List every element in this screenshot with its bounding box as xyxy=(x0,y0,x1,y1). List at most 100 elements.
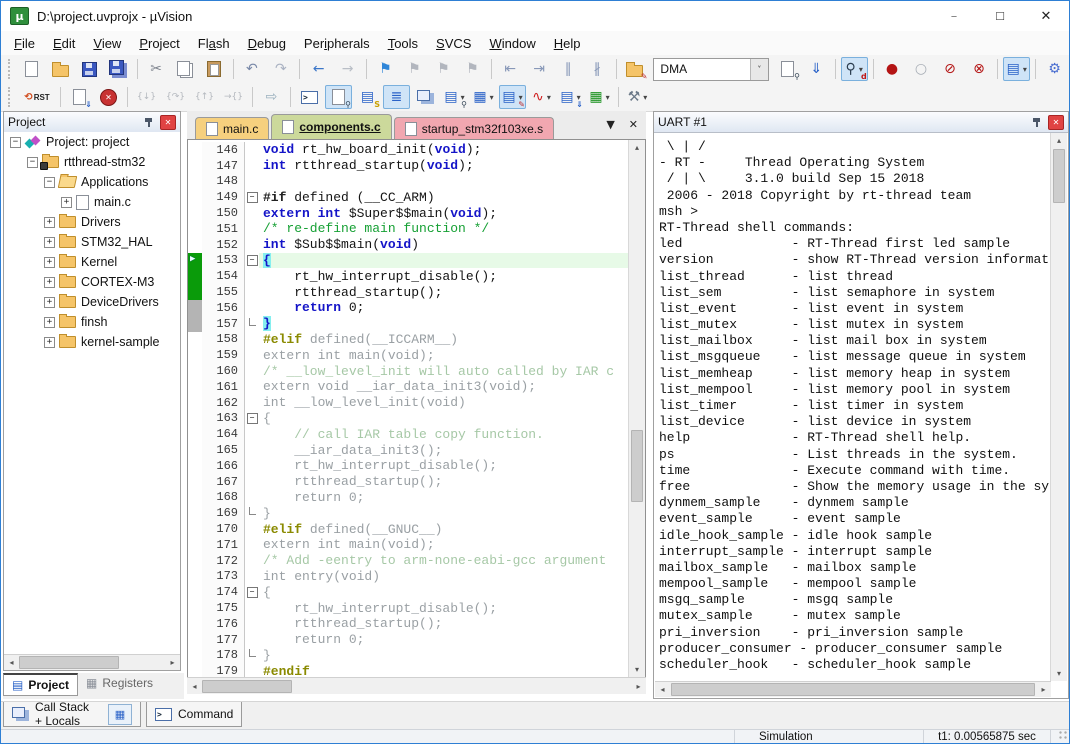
step-out-button[interactable]: {↑} xyxy=(191,85,218,109)
analysis-windows-button[interactable] xyxy=(412,85,439,109)
comment-selection-button[interactable]: ∥ xyxy=(555,57,582,81)
tree-item-cortex-m3[interactable]: +CORTEX-M3 xyxy=(4,272,180,292)
close-panel-icon[interactable]: ✕ xyxy=(1048,115,1064,130)
fold-collapse-icon[interactable]: − xyxy=(247,587,258,598)
call-stack-tab[interactable]: Call Stack + Locals ▦ xyxy=(3,702,141,727)
close-panel-icon[interactable]: ✕ xyxy=(160,115,176,130)
combo-dropdown-icon[interactable]: ˅ xyxy=(750,59,768,80)
command-tab[interactable]: Command xyxy=(146,702,242,727)
fold-column[interactable]: − xyxy=(245,584,259,600)
tab-registers[interactable]: ▦Registers xyxy=(78,673,161,693)
breakpoint-margin[interactable] xyxy=(188,221,202,237)
editor-hscrollbar[interactable]: ◂ ▸ xyxy=(187,677,646,694)
scroll-right-icon[interactable]: ▸ xyxy=(1036,682,1051,697)
find-in-files-button[interactable]: ⚲ xyxy=(774,57,801,81)
menu-peripherals[interactable]: Peripherals xyxy=(295,33,379,54)
scroll-down-icon[interactable]: ▾ xyxy=(629,662,645,677)
menu-help[interactable]: Help xyxy=(545,33,590,54)
document-list-dropdown-icon[interactable]: ▼ xyxy=(606,118,614,131)
tree-item-rtthread-stm32[interactable]: −rtthread-stm32 xyxy=(4,152,180,172)
scroll-down-icon[interactable]: ▾ xyxy=(1051,666,1067,681)
toolbox-button[interactable]: ▦▾ xyxy=(586,85,613,109)
breakpoint-margin[interactable] xyxy=(188,411,202,427)
breakpoint-margin[interactable] xyxy=(188,584,202,600)
fold-collapse-icon[interactable]: − xyxy=(247,255,258,266)
tree-item-kernel-sample[interactable]: +kernel-sample xyxy=(4,332,180,352)
breakpoint-margin[interactable] xyxy=(188,648,202,664)
clear-bookmarks-button[interactable]: ⚑ xyxy=(459,57,486,81)
editor-vscrollbar[interactable]: ▴ ▾ xyxy=(628,140,645,677)
new-file-button[interactable] xyxy=(18,57,45,81)
collapse-icon[interactable]: − xyxy=(10,137,21,148)
insert-bookmark-button[interactable]: ⚑ xyxy=(372,57,399,81)
watch-windows-button[interactable]: ▤✎▾ xyxy=(499,85,526,109)
breakpoint-margin[interactable] xyxy=(188,632,202,648)
tab-project[interactable]: ▤Project xyxy=(3,673,78,696)
breakpoint-margin[interactable] xyxy=(188,521,202,537)
fold-column[interactable]: − xyxy=(245,411,259,427)
breakpoint-margin[interactable] xyxy=(188,600,202,616)
save-all-button[interactable] xyxy=(105,57,132,81)
enable-disable-breakpoint-button[interactable]: ○ xyxy=(907,57,934,81)
fold-collapse-icon[interactable]: − xyxy=(247,413,258,424)
show-next-statement-button[interactable]: ⇨ xyxy=(258,85,285,109)
undo-button[interactable]: ↶ xyxy=(238,57,265,81)
current-statement-marker[interactable] xyxy=(188,253,202,269)
tree-item-main-c[interactable]: +main.c xyxy=(4,192,180,212)
debug-tools-dropdown-icon[interactable]: ▾ xyxy=(643,93,647,102)
run-button[interactable]: ⇓ xyxy=(66,85,93,109)
command-window-button[interactable] xyxy=(296,85,323,109)
fold-column[interactable]: − xyxy=(245,253,259,269)
fold-column[interactable]: − xyxy=(245,189,259,205)
breakpoint-margin[interactable] xyxy=(188,490,202,506)
next-bookmark-button[interactable]: ⚑ xyxy=(430,57,457,81)
debug-windows-layout-dropdown-icon[interactable]: ▾ xyxy=(1023,65,1027,74)
cut-button[interactable]: ✂ xyxy=(143,57,170,81)
tree-item-stm32-hal[interactable]: +STM32_HAL xyxy=(4,232,180,252)
scroll-right-icon[interactable]: ▸ xyxy=(165,655,180,670)
menu-project[interactable]: Project xyxy=(130,33,188,54)
breakpoint-margin[interactable] xyxy=(188,458,202,474)
resize-grip[interactable] xyxy=(1057,731,1067,741)
menu-file[interactable]: File xyxy=(5,33,44,54)
incremental-find-button[interactable]: ⇓ xyxy=(803,57,830,81)
insert-remove-breakpoint-button[interactable]: ● xyxy=(878,57,905,81)
close-document-icon[interactable]: ✕ xyxy=(629,118,638,131)
breakpoint-margin[interactable] xyxy=(188,189,202,205)
redo-button[interactable]: ↷ xyxy=(267,57,294,81)
uart-hscrollbar[interactable]: ◂ ▸ xyxy=(655,681,1051,697)
fold-collapse-icon[interactable]: − xyxy=(247,192,258,203)
reset-cpu-button[interactable]: ⟲RST xyxy=(19,85,55,109)
open-file-button[interactable] xyxy=(47,57,74,81)
breakpoint-margin[interactable] xyxy=(188,663,202,677)
minimize-button[interactable]: – xyxy=(931,1,977,31)
scrollbar-thumb[interactable] xyxy=(202,680,292,693)
disassembly-window-button[interactable]: ⚲ xyxy=(325,85,352,109)
breakpoint-margin[interactable] xyxy=(188,205,202,221)
breakpoint-margin[interactable] xyxy=(188,300,202,316)
breakpoint-margin[interactable] xyxy=(188,616,202,632)
pin-icon[interactable] xyxy=(143,116,155,128)
uncomment-selection-button[interactable]: ∦ xyxy=(584,57,611,81)
memory-windows-button[interactable]: ▦▾ xyxy=(470,85,497,109)
breakpoint-margin[interactable] xyxy=(188,505,202,521)
close-button[interactable]: ✕ xyxy=(1023,1,1069,31)
navigate-back-button[interactable]: ← xyxy=(305,57,332,81)
symbols-window-button[interactable]: ▤S xyxy=(354,85,381,109)
scrollbar-thumb[interactable] xyxy=(631,430,643,502)
breakpoint-margin[interactable] xyxy=(188,426,202,442)
step-into-button[interactable]: {↓} xyxy=(133,85,160,109)
scrollbar-thumb[interactable] xyxy=(671,683,1035,696)
expand-icon[interactable]: + xyxy=(44,217,55,228)
breakpoint-margin[interactable] xyxy=(188,142,202,158)
toolbar-combo[interactable]: DMA˅ xyxy=(653,58,769,81)
document-tab-main-c[interactable]: main.c xyxy=(195,117,269,139)
breakpoint-margin[interactable] xyxy=(188,363,202,379)
breakpoint-margin[interactable] xyxy=(188,474,202,490)
kill-all-breakpoints-button[interactable]: ⊗ xyxy=(965,57,992,81)
breakpoint-margin[interactable] xyxy=(188,379,202,395)
breakpoint-margin[interactable] xyxy=(188,442,202,458)
paste-button[interactable] xyxy=(201,57,228,81)
start-stop-debug-session-button[interactable]: ⚲d▾ xyxy=(841,57,868,81)
code-editor[interactable]: 146void rt_hw_board_init(void);147int rt… xyxy=(187,139,646,678)
